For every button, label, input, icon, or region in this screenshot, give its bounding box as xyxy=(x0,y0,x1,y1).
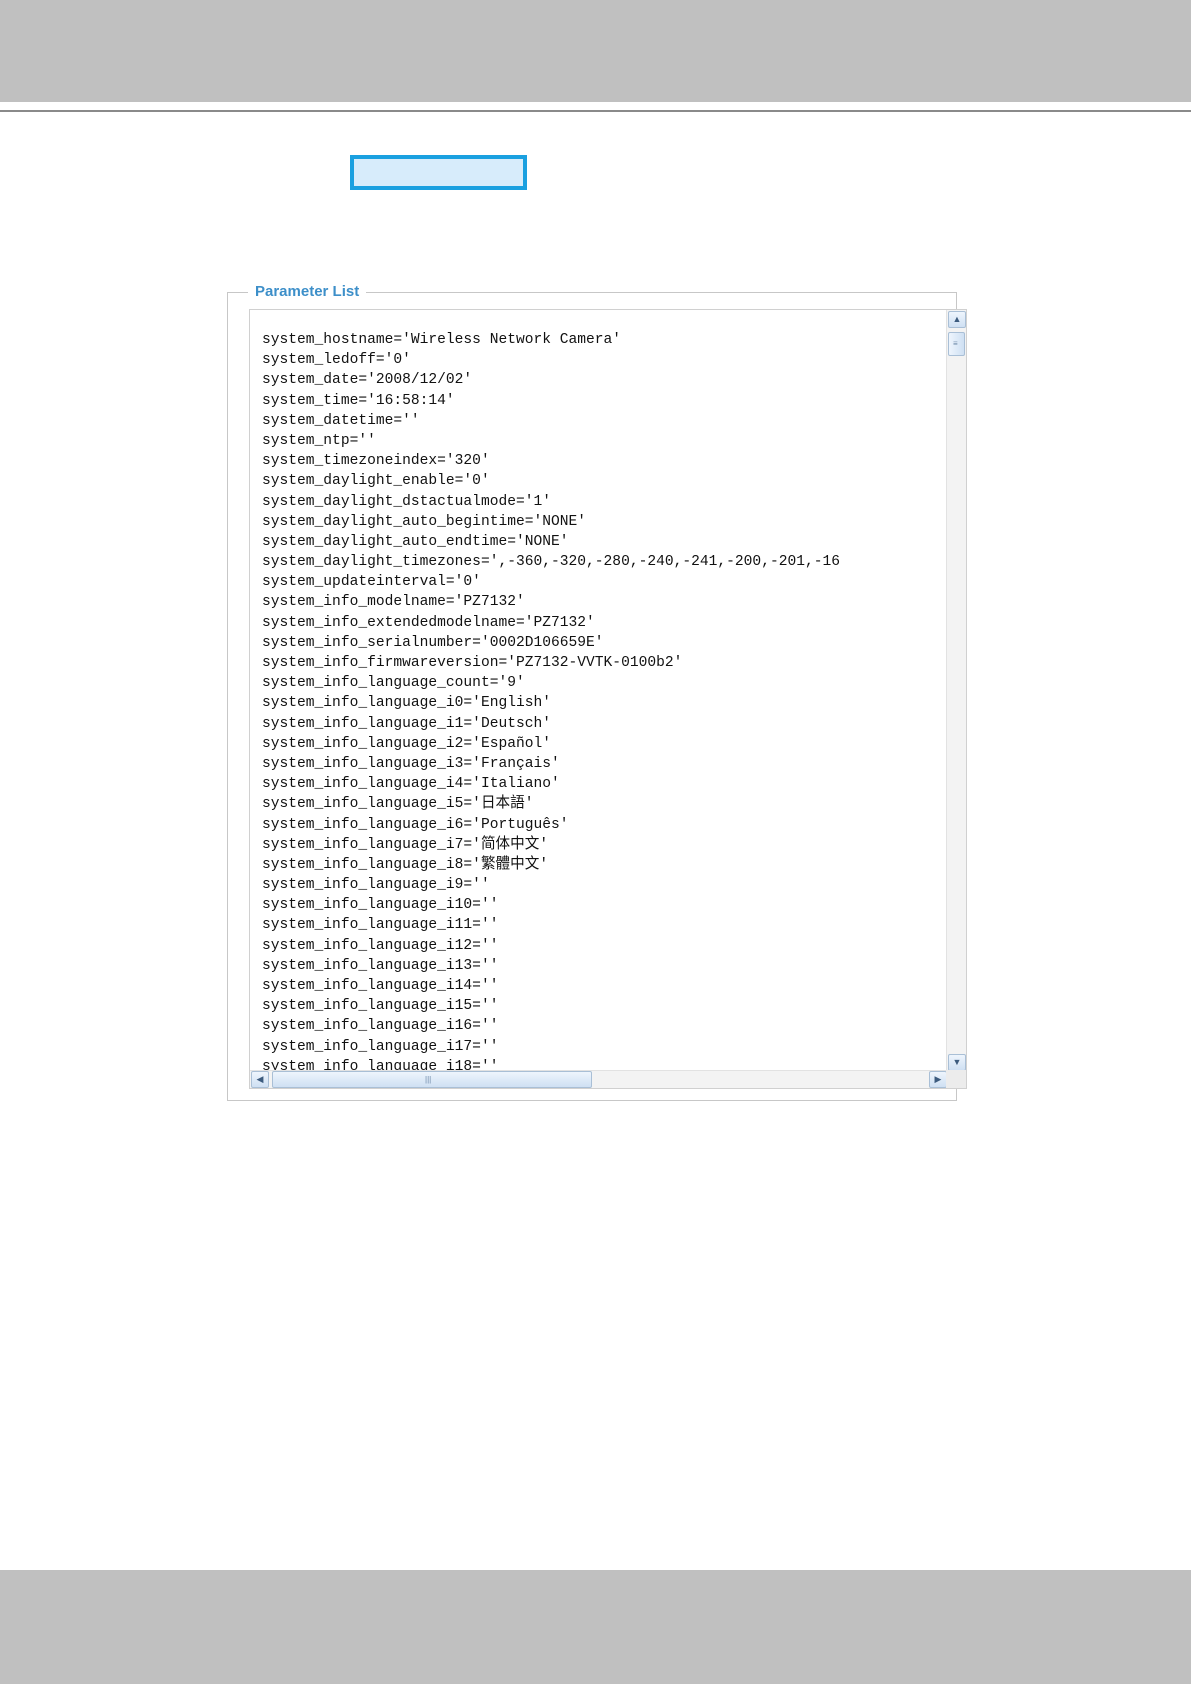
parameter-list-textarea[interactable]: system_hostname='Wireless Network Camera… xyxy=(249,309,967,1089)
parameter-line: system_daylight_auto_begintime='NONE' xyxy=(262,513,587,530)
parameter-line: system_date='2008/12/02' xyxy=(262,372,473,389)
parameter-line: system_info_language_i8='繁體中文' xyxy=(262,856,549,873)
parameter-line: system_info_language_i17='' xyxy=(262,1038,499,1055)
parameter-line: system_info_language_i4='Italiano' xyxy=(262,776,560,793)
highlighted-button[interactable] xyxy=(350,155,527,190)
parameter-line: system_info_language_count='9' xyxy=(262,675,525,692)
parameter-line: system_info_language_i18='' xyxy=(262,1058,499,1070)
scroll-corner xyxy=(946,1070,966,1088)
parameter-line: system_info_serialnumber='0002D106659E' xyxy=(262,634,604,651)
parameter-line: system_info_language_i11='' xyxy=(262,917,499,934)
parameter-line: system_info_language_i15='' xyxy=(262,998,499,1015)
parameter-line: system_info_language_i7='简体中文' xyxy=(262,836,549,853)
parameter-list-legend: Parameter List xyxy=(248,282,367,302)
parameter-line: system_info_language_i13='' xyxy=(262,957,499,974)
chevron-left-icon[interactable]: ◀ xyxy=(251,1071,269,1088)
parameter-line: system_info_firmwareversion='PZ7132-VVTK… xyxy=(262,655,683,671)
horizontal-scrollbar[interactable]: ◀ ||| ▶ xyxy=(250,1070,948,1088)
parameter-line: system_info_language_i12='' xyxy=(262,937,499,954)
parameter-line: system_info_language_i5='日本語' xyxy=(262,796,534,813)
horizontal-scroll-thumb[interactable]: ||| xyxy=(272,1071,592,1088)
parameter-line: system_updateinterval='0' xyxy=(262,574,481,591)
parameter-line: system_time='16:58:14' xyxy=(262,392,455,409)
parameter-line: system_info_language_i0='English' xyxy=(262,695,552,712)
parameter-line: system_daylight_auto_endtime='NONE' xyxy=(262,533,569,550)
parameter-line: system_datetime='' xyxy=(262,412,420,429)
parameter-line: system_info_language_i10='' xyxy=(262,897,499,914)
parameter-line: system_info_extendedmodelname='PZ7132' xyxy=(262,614,595,631)
chevron-right-icon[interactable]: ▶ xyxy=(929,1071,947,1088)
parameter-line: system_info_language_i2='Español' xyxy=(262,735,552,752)
parameter-line: system_ledoff='0' xyxy=(262,352,411,369)
parameter-line: system_info_language_i1='Deutsch' xyxy=(262,715,552,732)
parameter-line: system_info_language_i3='Français' xyxy=(262,755,560,772)
parameter-list-fieldset: Parameter List system_hostname='Wireless… xyxy=(227,282,967,1101)
parameter-line: system_info_language_i6='Português' xyxy=(262,816,569,833)
vertical-scroll-thumb[interactable]: ≡ xyxy=(948,332,965,356)
header-divider xyxy=(0,110,1191,112)
parameter-lines: system_hostname='Wireless Network Camera… xyxy=(262,330,907,1070)
chevron-up-icon[interactable]: ▲ xyxy=(948,311,966,328)
parameter-line: system_daylight_timezones=',-360,-320,-2… xyxy=(262,554,841,571)
parameter-line: system_info_language_i14='' xyxy=(262,978,499,994)
parameter-line: system_daylight_enable='0' xyxy=(262,473,490,490)
parameter-line: system_info_language_i16='' xyxy=(262,1018,499,1035)
header-band xyxy=(0,0,1191,102)
parameter-line: system_ntp='' xyxy=(262,432,376,449)
parameter-line: system_info_language_i9='' xyxy=(262,877,490,894)
chevron-down-icon[interactable]: ▼ xyxy=(948,1054,966,1071)
parameter-line: system_hostname='Wireless Network Camera… xyxy=(262,332,622,348)
footer-band xyxy=(0,1570,1191,1684)
parameter-line: system_daylight_dstactualmode='1' xyxy=(262,493,552,510)
parameter-line: system_info_modelname='PZ7132' xyxy=(262,594,525,611)
vertical-scrollbar[interactable]: ▲ ≡ ▼ xyxy=(946,310,966,1072)
parameter-line: system_timezoneindex='320' xyxy=(262,453,490,470)
